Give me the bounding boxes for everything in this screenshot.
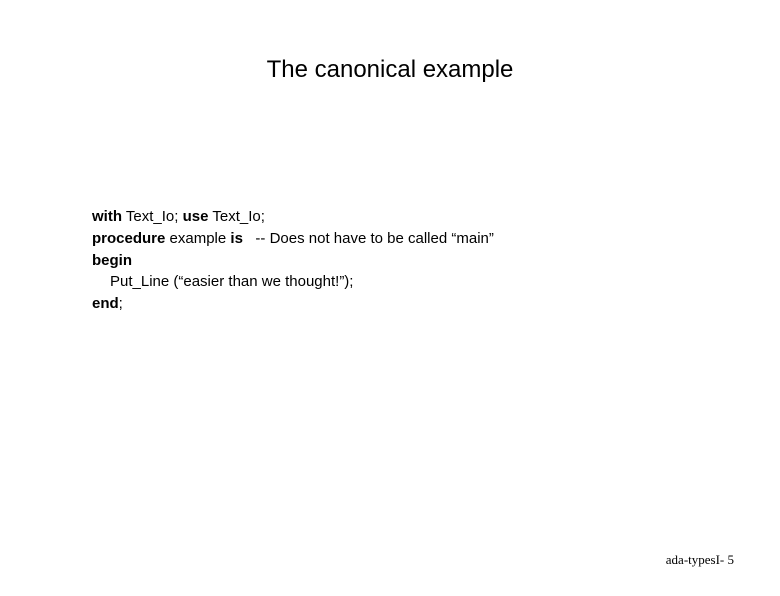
code-line-2: procedure example is -- Does not have to… [92, 228, 494, 250]
code-line-1: with Text_Io; use Text_Io; [92, 206, 494, 228]
code-text: Text_Io; [122, 208, 183, 225]
code-text: example [165, 230, 230, 247]
keyword-is: is [230, 230, 243, 247]
code-block: with Text_Io; use Text_Io; procedure exa… [92, 206, 494, 315]
code-text: Text_Io; [208, 208, 264, 225]
code-comment: -- Does not have to be called “main” [243, 230, 494, 247]
keyword-use: use [183, 208, 209, 225]
slide-footer: ada-typesI- 5 [666, 552, 734, 568]
keyword-begin: begin [92, 252, 132, 269]
code-line-5: end; [92, 293, 494, 315]
keyword-procedure: procedure [92, 230, 165, 247]
slide-title: The canonical example [0, 56, 780, 84]
code-line-3: begin [92, 250, 494, 272]
keyword-with: with [92, 208, 122, 225]
code-line-4: Put_Line (“easier than we thought!”); [92, 271, 494, 293]
keyword-end: end [92, 295, 119, 312]
code-text: ; [119, 295, 123, 312]
code-text: Put_Line (“easier than we thought!”); [110, 273, 353, 290]
